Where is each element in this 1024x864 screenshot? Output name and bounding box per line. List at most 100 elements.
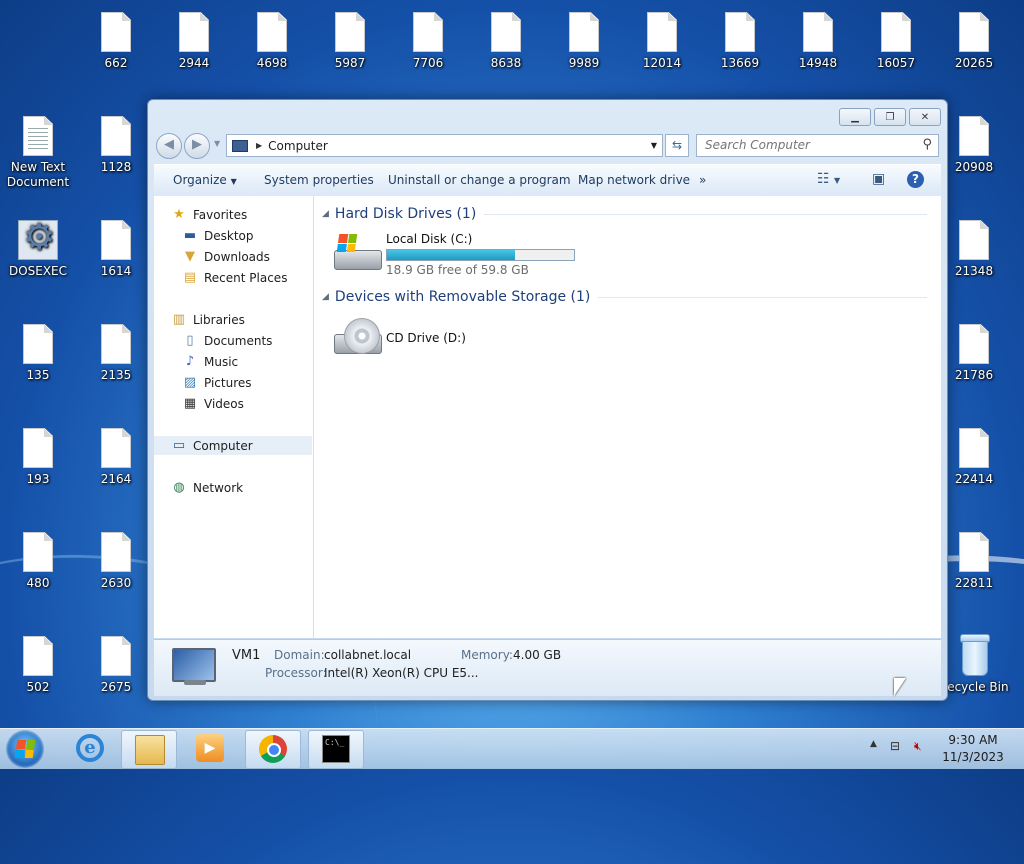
processor-value: Intel(R) Xeon(R) CPU E5... [324, 666, 479, 680]
desktop-file-icon[interactable]: 22414 [937, 428, 1011, 487]
desktop-file-icon[interactable]: 2630 [79, 532, 153, 591]
desktop-file-icon[interactable]: 20908 [937, 116, 1011, 175]
chevron-down-icon: ▼ [834, 176, 841, 185]
desktop-icon-label: 1614 [100, 264, 132, 278]
computer-name: VM1 [232, 648, 261, 663]
file-icon [881, 12, 911, 52]
file-icon [959, 220, 989, 260]
minimize-button[interactable]: ▁ [839, 108, 871, 126]
breadcrumb[interactable]: Computer [268, 139, 328, 153]
desktop-file-icon[interactable]: 21348 [937, 220, 1011, 279]
desktop-icon-label: 2675 [100, 680, 132, 694]
search-icon[interactable]: ⚲ [922, 137, 932, 152]
desktop-file-icon[interactable]: 2675 [79, 636, 153, 695]
file-icon [959, 532, 989, 572]
nav-label: Network [193, 480, 244, 495]
start-button[interactable] [6, 730, 44, 768]
preview-pane-button[interactable]: ▣ [872, 171, 885, 187]
desktop-file-icon[interactable]: 2944 [157, 12, 231, 71]
back-button[interactable]: ◀ [156, 133, 182, 159]
file-icon [413, 12, 443, 52]
map-network-drive-button[interactable]: Map network drive [578, 173, 690, 187]
desktop-text-document-icon[interactable]: New Text Document [1, 116, 75, 190]
uninstall-program-button[interactable]: Uninstall or change a program [388, 173, 571, 187]
network-tray-icon[interactable]: ⊟ [890, 739, 900, 753]
volume-muted-icon[interactable]: 🔇︎ [914, 739, 922, 754]
restore-button[interactable]: ❐ [874, 108, 906, 126]
desktop-file-icon[interactable]: 1614 [79, 220, 153, 279]
group-divider [484, 213, 927, 215]
desktop-file-icon[interactable]: 2164 [79, 428, 153, 487]
taskbar-internet-explorer[interactable]: e [63, 730, 117, 767]
help-button[interactable]: ? [907, 171, 924, 188]
group-header-removable-storage[interactable]: ◢ Devices with Removable Storage (1) [322, 289, 927, 305]
system-properties-button[interactable]: System properties [264, 173, 374, 187]
desktop-file-icon[interactable]: 7706 [391, 12, 465, 71]
close-button[interactable]: ✕ [909, 108, 941, 126]
nav-libraries[interactable]: ▥ Libraries [171, 310, 329, 329]
desktop-file-icon[interactable]: 2135 [79, 324, 153, 383]
organize-button[interactable]: Organize ▼ [173, 173, 237, 187]
address-bar[interactable]: ▶ Computer ▼ [226, 134, 663, 157]
minimize-icon: ▁ [851, 111, 859, 123]
search-input[interactable] [697, 135, 918, 154]
explorer-window[interactable]: ▁ ❐ ✕ ◀ ▶ ▼ ▶ Computer ▼ ⇆ ⚲ Organize ▼ … [147, 99, 948, 701]
show-hidden-icons-button[interactable]: ▲ [870, 739, 877, 749]
desktop-dosexec-icon[interactable]: DOSEXEC [1, 217, 75, 279]
desktop-file-icon[interactable]: 5987 [313, 12, 387, 71]
music-icon: ♪ [185, 354, 195, 369]
file-icon [23, 532, 53, 572]
cd-drive-icon [332, 318, 382, 358]
desktop-file-icon[interactable]: 20265 [937, 12, 1011, 71]
desktop-file-icon[interactable]: 8638 [469, 12, 543, 71]
back-arrow-icon: ◀ [164, 137, 174, 152]
desktop-file-icon[interactable]: 13669 [703, 12, 777, 71]
desktop-file-icon[interactable]: 12014 [625, 12, 699, 71]
desktop-file-icon[interactable]: 9989 [547, 12, 621, 71]
desktop-file-icon[interactable]: 502 [1, 636, 75, 695]
domain-value: collabnet.local [324, 648, 412, 662]
nav-label: Pictures [204, 375, 252, 390]
taskbar-windows-explorer[interactable] [121, 730, 177, 769]
breadcrumb-arrow-icon[interactable]: ▶ [256, 141, 262, 150]
drive-name: CD Drive (D:) [386, 331, 466, 345]
desktop-file-icon[interactable]: 14948 [781, 12, 855, 71]
search-box[interactable]: ⚲ [696, 134, 939, 157]
more-commands-button[interactable]: » [699, 173, 706, 187]
nav-computer[interactable]: ▭ Computer [154, 436, 312, 455]
change-view-button[interactable]: ☷ ▼ [817, 171, 840, 187]
desktop-file-icon[interactable]: 135 [1, 324, 75, 383]
desktop-icon-label: Recycle Bin [939, 680, 1009, 694]
windows-logo-icon [14, 740, 36, 758]
nav-favorites[interactable]: ★ Favorites [171, 205, 329, 224]
taskbar-media-player[interactable]: ▶ [183, 730, 237, 767]
desktop-file-icon[interactable]: 193 [1, 428, 75, 487]
refresh-button[interactable]: ⇆ [665, 134, 689, 157]
desktop-icon-label: 1128 [100, 160, 132, 174]
desktop-recycle-bin[interactable]: Recycle Bin [937, 632, 1011, 695]
taskbar-command-prompt[interactable]: C:\_ [308, 730, 364, 769]
desktop-icon: ▬ [183, 228, 197, 243]
processor-label: Processor: [265, 666, 327, 680]
desktop-file-icon[interactable]: 16057 [859, 12, 933, 71]
refresh-icon: ⇆ [671, 138, 683, 152]
desktop-icon-label: 135 [26, 368, 50, 382]
collapse-triangle-icon: ◢ [322, 292, 329, 302]
desktop-file-icon[interactable]: 662 [79, 12, 153, 71]
desktop-file-icon[interactable]: 21786 [937, 324, 1011, 383]
nav-network[interactable]: ◍ Network [171, 478, 329, 497]
group-header-hard-disk-drives[interactable]: ◢ Hard Disk Drives (1) [322, 206, 927, 222]
recent-pages-dropdown[interactable]: ▼ [214, 139, 220, 148]
file-icon [101, 636, 131, 676]
file-icon [959, 116, 989, 156]
desktop-file-icon[interactable]: 1128 [79, 116, 153, 175]
taskbar-chrome[interactable] [245, 730, 301, 769]
desktop-file-icon[interactable]: 480 [1, 532, 75, 591]
desktop-icon-label: 22414 [954, 472, 994, 486]
desktop-file-icon[interactable]: 22811 [937, 532, 1011, 591]
system-clock[interactable]: 9:30 AM 11/3/2023 [938, 732, 1008, 766]
folder-icon [135, 735, 165, 765]
address-dropdown-icon[interactable]: ▼ [651, 141, 657, 150]
desktop-file-icon[interactable]: 4698 [235, 12, 309, 71]
forward-button[interactable]: ▶ [184, 133, 210, 159]
